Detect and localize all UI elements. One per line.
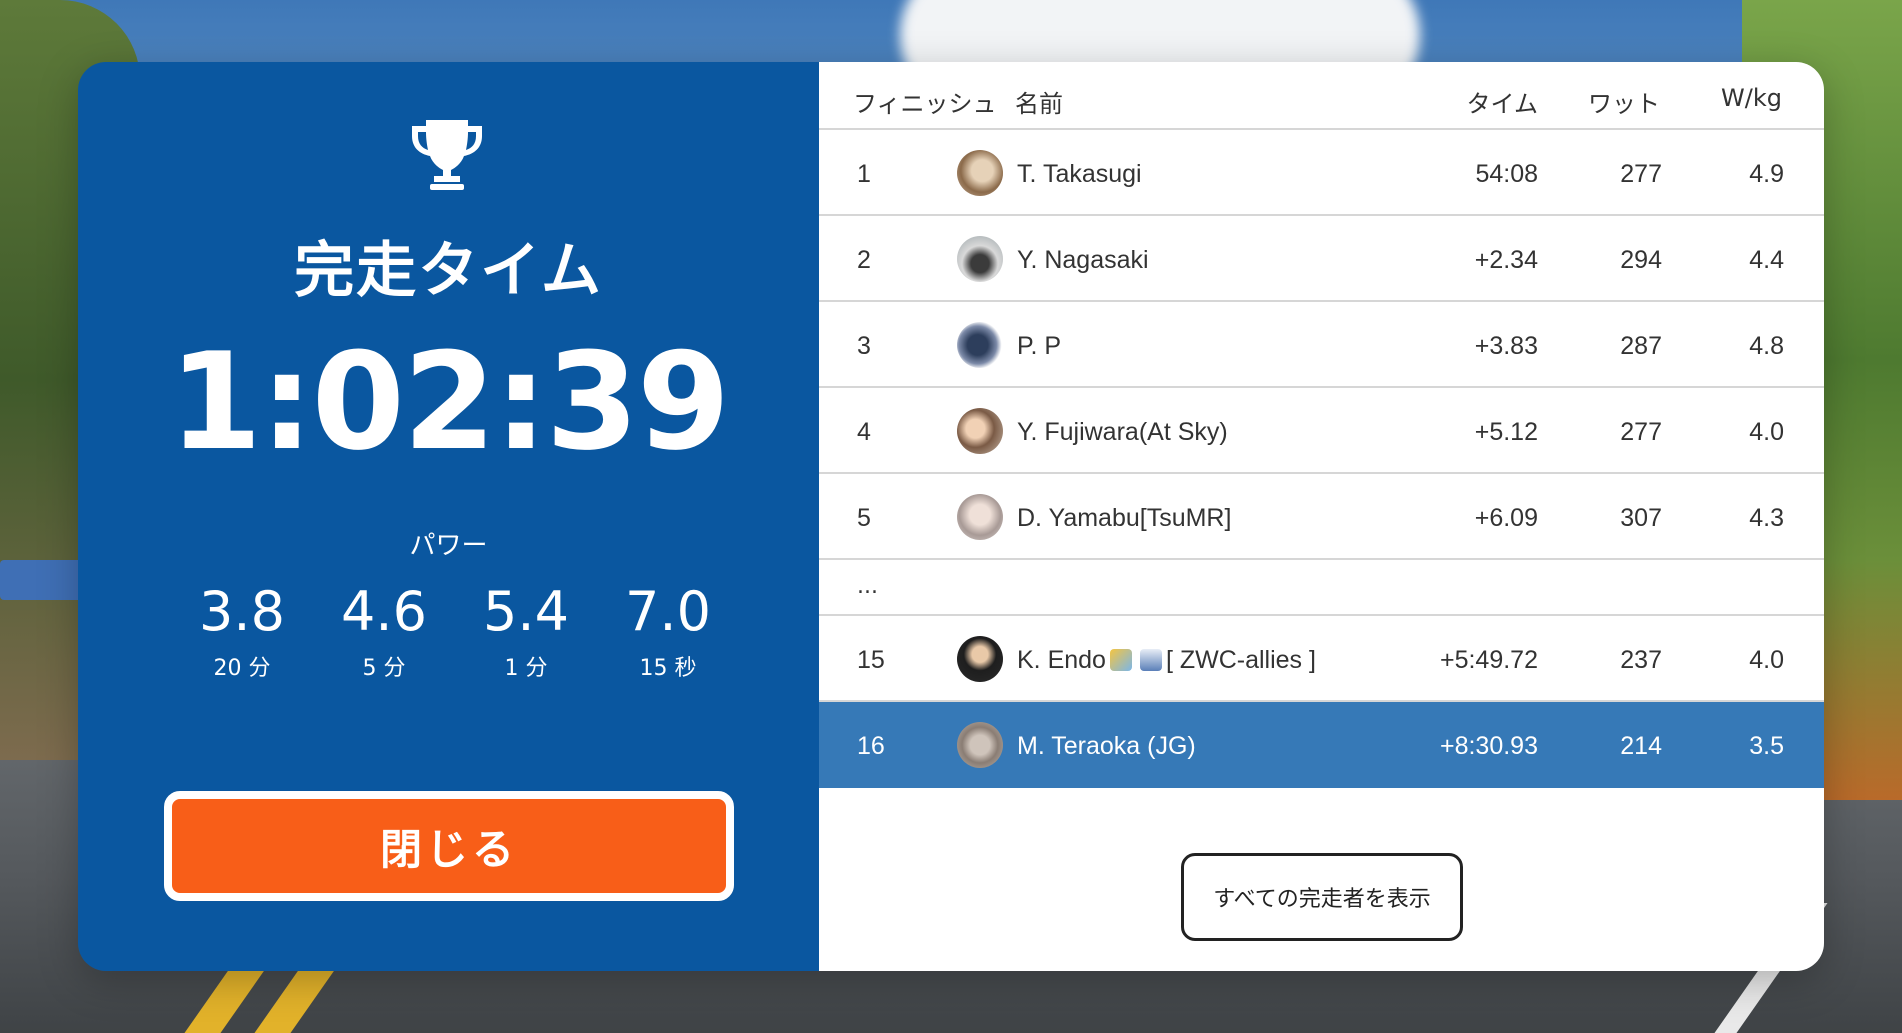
close-button[interactable]: 閉じる [164, 791, 734, 901]
table-row[interactable]: 3 P. P +3.83 287 4.8 [819, 302, 1824, 388]
row-wkg: 4.0 [1749, 646, 1784, 674]
row-name: M. Teraoka (JG) [1017, 732, 1196, 760]
power-value: 4.6 [341, 580, 427, 643]
header-watt: ワット [1588, 90, 1660, 118]
row-name: P. P [1017, 332, 1062, 360]
row-name: K. Endo [ ZWC-allies ] [1017, 646, 1316, 675]
row-name: Y. Nagasaki [1017, 246, 1149, 274]
row-position: 16 [857, 732, 885, 760]
row-watt: 277 [1620, 160, 1662, 188]
avatar [957, 408, 1003, 454]
power-stats: 3.8 20 分 4.6 5 分 5.4 1 分 7.0 15 秒 [171, 582, 739, 682]
table-header: フィニッシュ 名前 タイム ワット W/kg [819, 62, 1824, 130]
row-position: 1 [857, 160, 871, 188]
power-value: 7.0 [625, 580, 711, 643]
rider-name: K. Endo [1017, 646, 1106, 674]
row-position: 4 [857, 418, 871, 446]
results-modal: 完走タイム 1:02:39 パワー 3.8 20 分 4.6 5 分 5.4 1… [78, 62, 1824, 971]
finish-time: 1:02:39 [168, 324, 730, 480]
power-duration: 20 分 [213, 656, 271, 681]
guard-rail [0, 560, 90, 600]
power-stat: 5.4 1 分 [455, 582, 597, 682]
power-duration: 15 秒 [639, 656, 697, 681]
row-position: 5 [857, 504, 871, 532]
power-stat: 3.8 20 分 [171, 582, 313, 682]
row-wkg: 4.0 [1749, 418, 1784, 446]
header-finish: フィニッシュ [853, 90, 997, 118]
row-name: T. Takasugi [1017, 160, 1142, 188]
row-watt: 287 [1620, 332, 1662, 360]
power-stat: 7.0 15 秒 [597, 582, 739, 682]
row-time: +5:49.72 [1439, 646, 1538, 674]
power-label: パワー [409, 531, 488, 561]
table-row[interactable]: 1 T. Takasugi 54:08 277 4.9 [819, 130, 1824, 216]
row-watt: 237 [1620, 646, 1662, 674]
row-name: Y. Fujiwara(At Sky) [1017, 418, 1228, 446]
row-watt: 277 [1620, 418, 1662, 446]
beer-emoji-icon [1109, 649, 1132, 671]
row-time: +3.83 [1474, 332, 1538, 360]
table-row[interactable]: 5 D. Yamabu[TsuMR] +6.09 307 4.3 [819, 474, 1824, 560]
header-time: タイム [1466, 90, 1538, 118]
row-position: 15 [857, 646, 885, 674]
header-name: 名前 [1015, 90, 1063, 118]
table-row[interactable]: 4 Y. Fujiwara(At Sky) +5.12 277 4.0 [819, 388, 1824, 474]
row-wkg: 4.4 [1749, 246, 1784, 274]
row-time: +8:30.93 [1439, 732, 1538, 760]
results-table: フィニッシュ 名前 タイム ワット W/kg 1 T. Takasugi 54:… [819, 62, 1824, 971]
row-position: 2 [857, 246, 871, 274]
row-name: D. Yamabu[TsuMR] [1017, 504, 1232, 532]
row-time: +6.09 [1474, 504, 1538, 532]
table-row[interactable]: 2 Y. Nagasaki +2.34 294 4.4 [819, 216, 1824, 302]
row-time: 54:08 [1475, 160, 1538, 188]
avatar [957, 722, 1003, 768]
milk-emoji-icon [1139, 649, 1162, 671]
row-wkg: 4.8 [1749, 332, 1784, 360]
avatar [957, 494, 1003, 540]
avatar [957, 322, 1003, 368]
power-duration: 5 分 [362, 656, 406, 681]
show-all-finishers-button[interactable]: すべての完走者を表示 [1181, 853, 1463, 941]
power-stat: 4.6 5 分 [313, 582, 455, 682]
avatar [957, 636, 1003, 682]
header-wkg: W/kg [1721, 84, 1782, 112]
row-time: +5.12 [1474, 418, 1538, 446]
ellipsis-text: ... [857, 574, 878, 599]
table-row[interactable]: 15 K. Endo [ ZWC-allies ] +5:49.72 237 4.… [819, 616, 1824, 702]
rider-team: [ ZWC-allies ] [1165, 646, 1316, 674]
finish-title: 完走タイム [294, 236, 603, 306]
rows-gap: ... [819, 560, 1824, 616]
row-wkg: 3.5 [1749, 732, 1784, 760]
table-row-self[interactable]: 16 M. Teraoka (JG) +8:30.93 214 3.5 [819, 702, 1824, 788]
row-watt: 214 [1620, 732, 1662, 760]
power-duration: 1 分 [504, 656, 548, 681]
row-position: 3 [857, 332, 871, 360]
summary-panel: 完走タイム 1:02:39 パワー 3.8 20 分 4.6 5 分 5.4 1… [78, 62, 819, 971]
row-watt: 307 [1620, 504, 1662, 532]
avatar [957, 150, 1003, 196]
row-wkg: 4.3 [1749, 504, 1784, 532]
row-wkg: 4.9 [1749, 160, 1784, 188]
trophy-icon [412, 120, 482, 190]
power-value: 5.4 [483, 580, 569, 643]
power-value: 3.8 [199, 580, 285, 643]
avatar [957, 236, 1003, 282]
row-watt: 294 [1620, 246, 1662, 274]
row-time: +2.34 [1474, 246, 1538, 274]
